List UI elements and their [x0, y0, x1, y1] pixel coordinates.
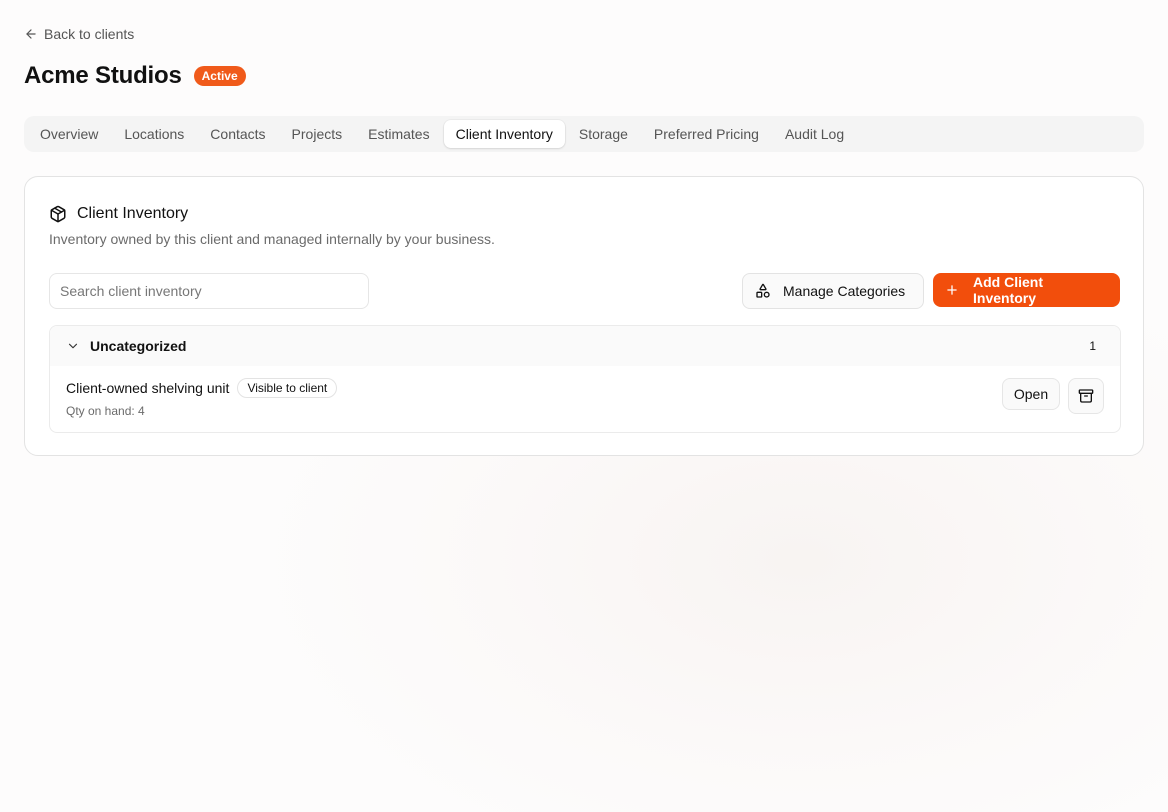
tab-estimates[interactable]: Estimates [356, 120, 441, 148]
arrow-left-icon [24, 27, 38, 41]
add-client-inventory-label: Add Client Inventory [973, 274, 1043, 306]
archive-button[interactable] [1068, 378, 1104, 414]
category-group-header[interactable]: Uncategorized 1 [50, 326, 1120, 366]
category-group: Uncategorized 1 Client-owned shelving un… [49, 325, 1121, 433]
tab-audit-log[interactable]: Audit Log [773, 120, 856, 148]
shapes-icon [755, 283, 771, 299]
tab-projects[interactable]: Projects [280, 120, 355, 148]
client-detail-page: Back to clients Acme Studios Active Over… [0, 0, 1168, 812]
tab-overview[interactable]: Overview [28, 120, 110, 148]
search-input[interactable] [49, 273, 369, 309]
card-title: Client Inventory [77, 205, 189, 222]
manage-categories-label: Manage Categories [783, 283, 906, 299]
item-qty: Qty on hand: 4 [66, 404, 145, 418]
card-header: Client Inventory [49, 203, 188, 225]
tab-preferred-pricing[interactable]: Preferred Pricing [642, 120, 771, 148]
list-item: Client-owned shelving unit Visible to cl… [50, 366, 1120, 432]
tab-locations[interactable]: Locations [112, 120, 196, 148]
card-subtitle: Inventory owned by this client and manag… [49, 231, 495, 247]
status-badge: Active [193, 66, 246, 86]
page-title: Acme Studios [24, 62, 182, 89]
category-count: 1 [1089, 339, 1096, 353]
package-icon [49, 205, 67, 223]
add-client-inventory-button[interactable]: Add Client Inventory [933, 273, 1120, 307]
tab-client-inventory[interactable]: Client Inventory [443, 120, 565, 148]
plus-icon [945, 283, 959, 297]
category-name: Uncategorized [90, 338, 187, 354]
back-to-clients-link[interactable]: Back to clients [24, 25, 134, 43]
tab-storage[interactable]: Storage [567, 120, 640, 148]
tab-contacts[interactable]: Contacts [198, 120, 277, 148]
archive-icon [1078, 388, 1094, 404]
chevron-down-icon [66, 339, 90, 353]
page-header: Acme Studios Active [24, 60, 246, 92]
visibility-badge: Visible to client [237, 378, 338, 398]
back-link-label: Back to clients [44, 26, 135, 42]
item-name: Client-owned shelving unit [66, 380, 230, 396]
open-button[interactable]: Open [1002, 378, 1060, 410]
client-inventory-card: Client Inventory Inventory owned by this… [24, 176, 1144, 456]
client-tabs: Overview Locations Contacts Projects Est… [24, 116, 1144, 152]
manage-categories-button[interactable]: Manage Categories [742, 273, 924, 309]
item-name-line: Client-owned shelving unit Visible to cl… [66, 378, 338, 398]
